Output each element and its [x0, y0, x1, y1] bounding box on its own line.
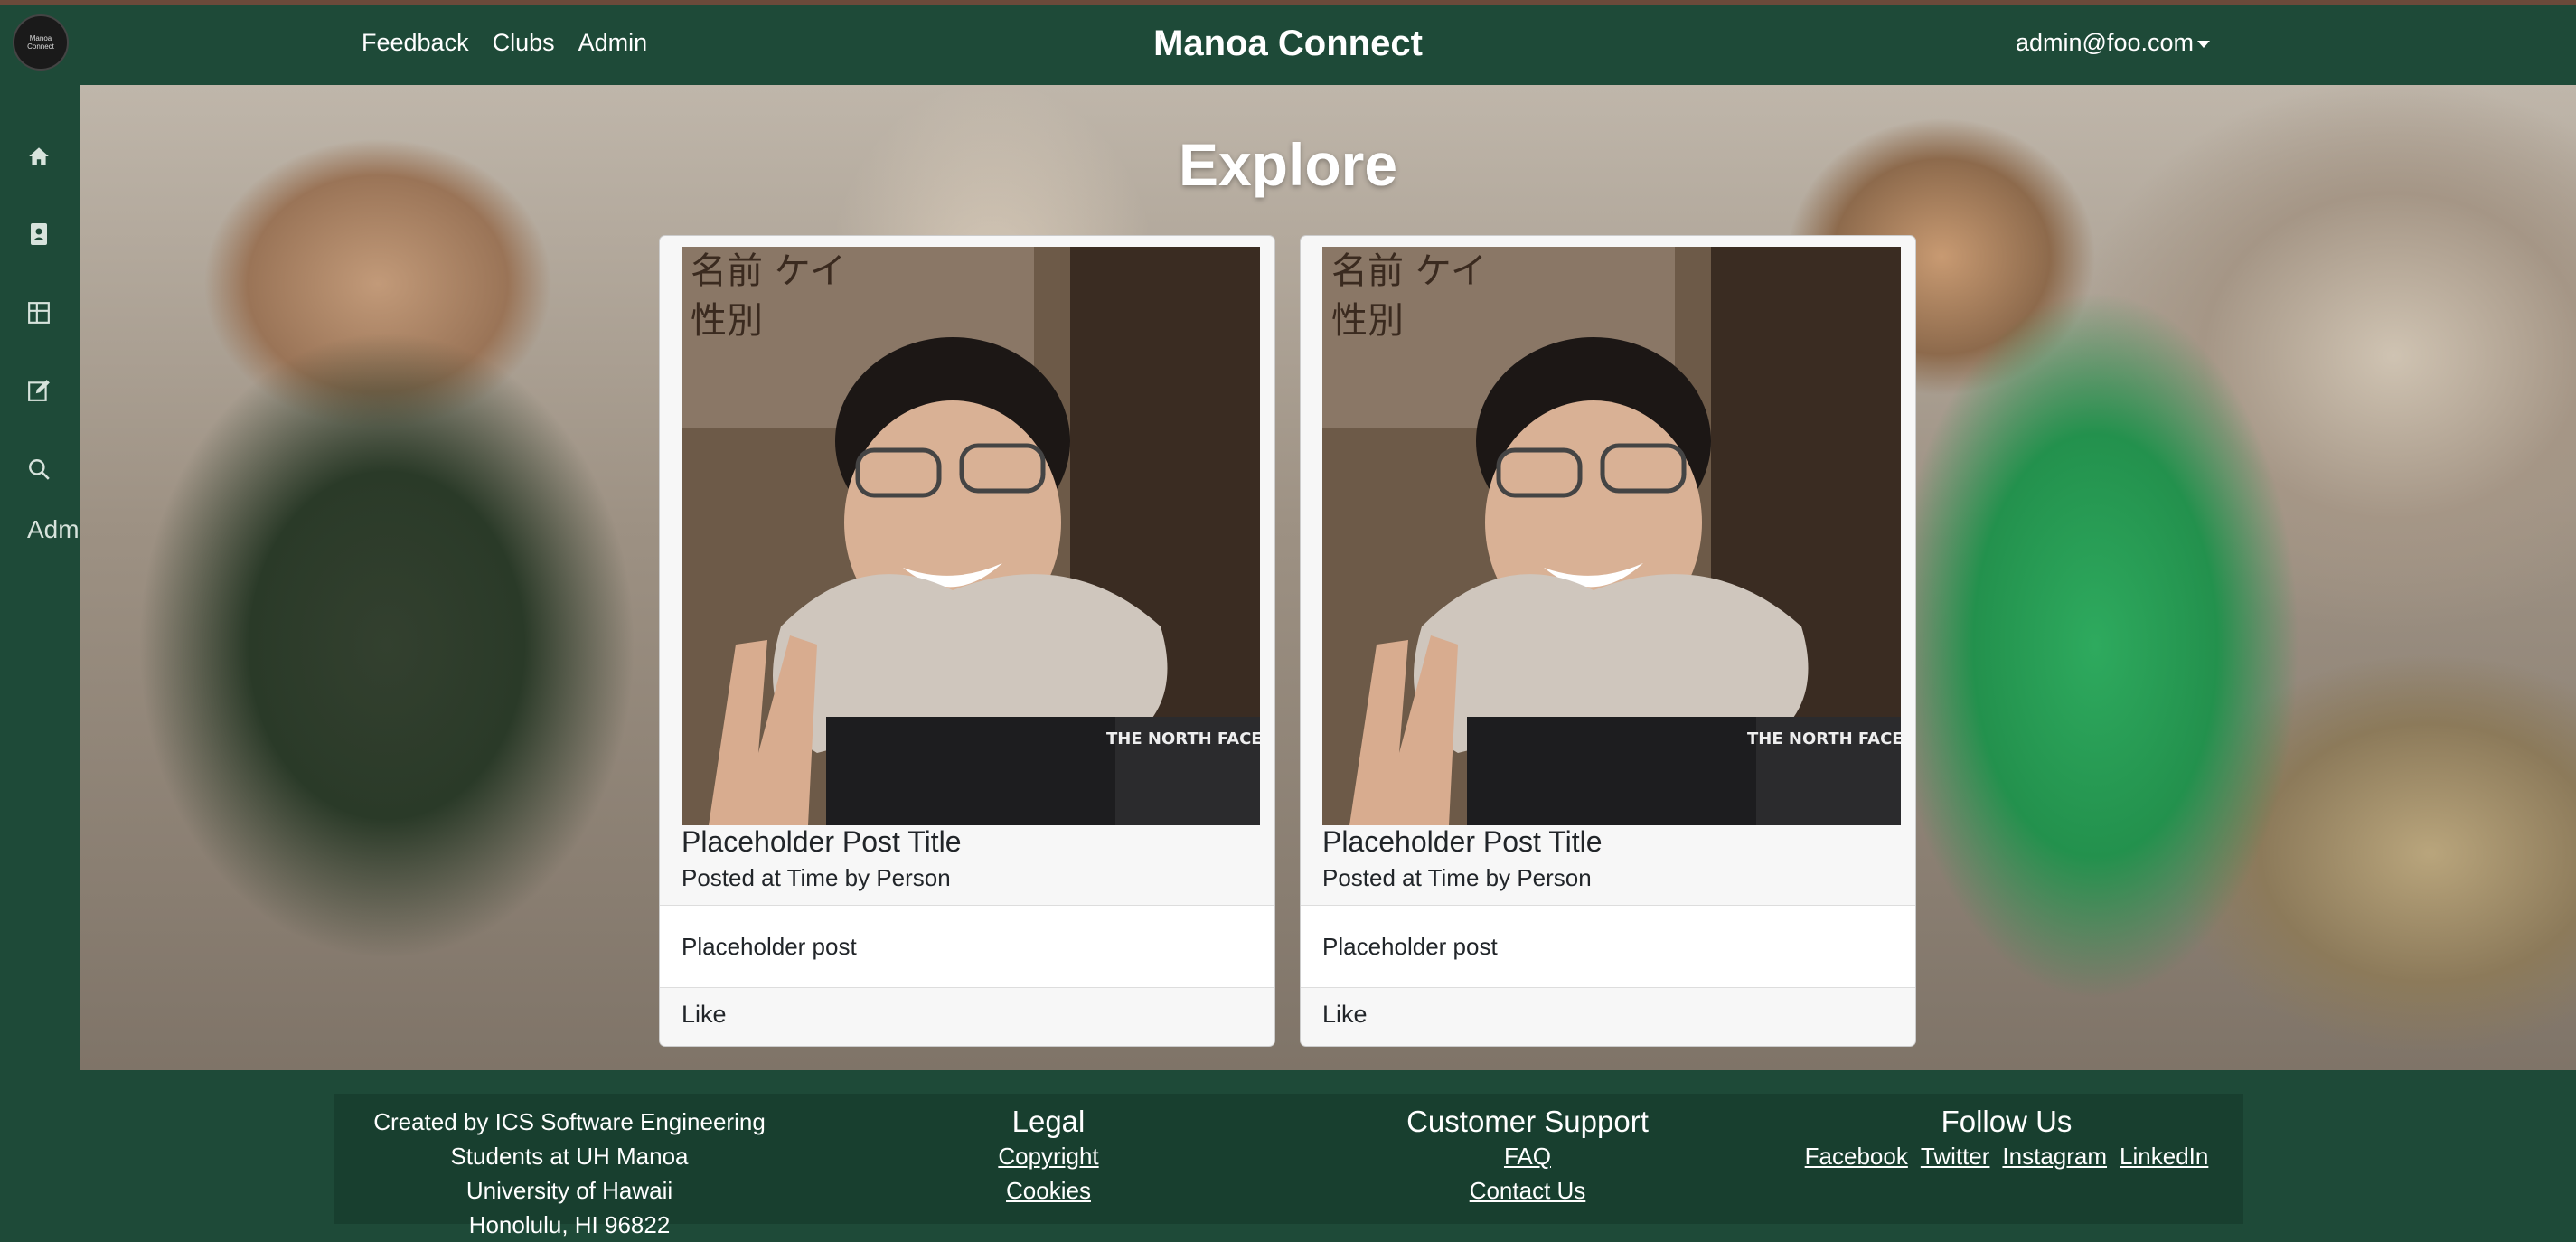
- svg-text:性別: 性別: [691, 300, 763, 342]
- post-body: Placeholder post: [1301, 905, 1915, 988]
- post-meta: Posted at Time by Person: [1322, 864, 1592, 891]
- footer-created-by: Created by ICS Software Engineering Stud…: [362, 1105, 777, 1242]
- cookies-link[interactable]: Cookies: [913, 1173, 1184, 1208]
- like-button[interactable]: Like: [682, 1001, 727, 1029]
- post-photo: 名前 ケイ 性別 THE NORTH FACE: [682, 247, 1263, 825]
- search-icon[interactable]: [24, 454, 54, 485]
- svg-text:THE NORTH FACE: THE NORTH FACE: [1747, 729, 1901, 748]
- post-title: Placeholder Post Title: [682, 825, 962, 858]
- page-title: Explore: [1178, 131, 1398, 198]
- nav-link-feedback[interactable]: Feedback: [362, 29, 469, 57]
- post-card: 名前 ケイ 性別 THE NORTH FACE Placeholder Post…: [1300, 235, 1916, 1047]
- svg-text:名前 ケイ: 名前 ケイ: [1331, 250, 1487, 292]
- nav-link-admin[interactable]: Admin: [578, 29, 648, 57]
- footer-created-line: Students at UH Manoa: [450, 1143, 689, 1170]
- facebook-link[interactable]: Facebook: [1805, 1139, 1908, 1173]
- post-meta: Posted at Time by Person: [682, 864, 951, 891]
- logo-text-1: Manoa: [29, 34, 52, 42]
- navbar: Manoa Connect Feedback Clubs Admin Manoa…: [0, 5, 2576, 85]
- svg-text:性別: 性別: [1331, 300, 1404, 342]
- twitter-link[interactable]: Twitter: [1921, 1139, 1990, 1173]
- nav-links: Feedback Clubs Admin: [362, 29, 647, 57]
- faq-link[interactable]: FAQ: [1329, 1139, 1726, 1173]
- user-email: admin@foo.com: [2016, 29, 2194, 56]
- logo-text-2: Connect: [27, 42, 54, 51]
- post-body-text: Placeholder post: [682, 933, 857, 960]
- post-title: Placeholder Post Title: [1322, 825, 1603, 858]
- sidebar-label-admin[interactable]: Admin: [27, 515, 80, 544]
- chevron-down-icon: [2197, 40, 2210, 48]
- footer-support-heading: Customer Support: [1406, 1105, 1649, 1138]
- like-button[interactable]: Like: [1322, 1001, 1368, 1029]
- linkedin-link[interactable]: LinkedIn: [2120, 1139, 2208, 1173]
- footer-created-line: University of Hawaii: [465, 1177, 673, 1204]
- svg-text:名前 ケイ: 名前 ケイ: [691, 250, 846, 292]
- footer-follow-heading: Follow Us: [1941, 1105, 2073, 1138]
- social-links: Facebook Twitter Instagram LinkedIn: [1772, 1139, 2242, 1173]
- sidebar: Admin: [0, 85, 80, 1070]
- brand-title[interactable]: Manoa Connect: [1153, 24, 1423, 63]
- post-photo: 名前 ケイ 性別 THE NORTH FACE: [1322, 247, 1904, 825]
- footer-created-line: Created by ICS Software Engineering: [373, 1108, 766, 1135]
- user-dropdown[interactable]: admin@foo.com: [2016, 29, 2210, 57]
- footer-follow: Follow Us Facebook Twitter Instagram Lin…: [1772, 1105, 2242, 1173]
- contact-us-link[interactable]: Contact Us: [1329, 1173, 1726, 1208]
- grid-icon[interactable]: [24, 297, 54, 328]
- footer-support: Customer Support FAQ Contact Us: [1329, 1105, 1726, 1208]
- footer-created-line: Honolulu, HI 96822: [468, 1211, 671, 1238]
- nav-link-clubs[interactable]: Clubs: [493, 29, 555, 57]
- svg-text:THE NORTH FACE: THE NORTH FACE: [1106, 729, 1260, 748]
- post-card: 名前 ケイ 性別 THE NORTH FACE Placeholder Post…: [659, 235, 1275, 1047]
- profile-card-icon[interactable]: [24, 219, 54, 249]
- edit-icon[interactable]: [24, 375, 54, 406]
- instagram-link[interactable]: Instagram: [2002, 1139, 2107, 1173]
- post-body: Placeholder post: [660, 905, 1274, 988]
- footer-legal-heading: Legal: [1011, 1105, 1086, 1138]
- footer-legal: Legal Copyright Cookies: [913, 1105, 1184, 1208]
- post-body-text: Placeholder post: [1322, 933, 1498, 960]
- copyright-link[interactable]: Copyright: [913, 1139, 1184, 1173]
- logo[interactable]: Manoa Connect: [13, 14, 69, 71]
